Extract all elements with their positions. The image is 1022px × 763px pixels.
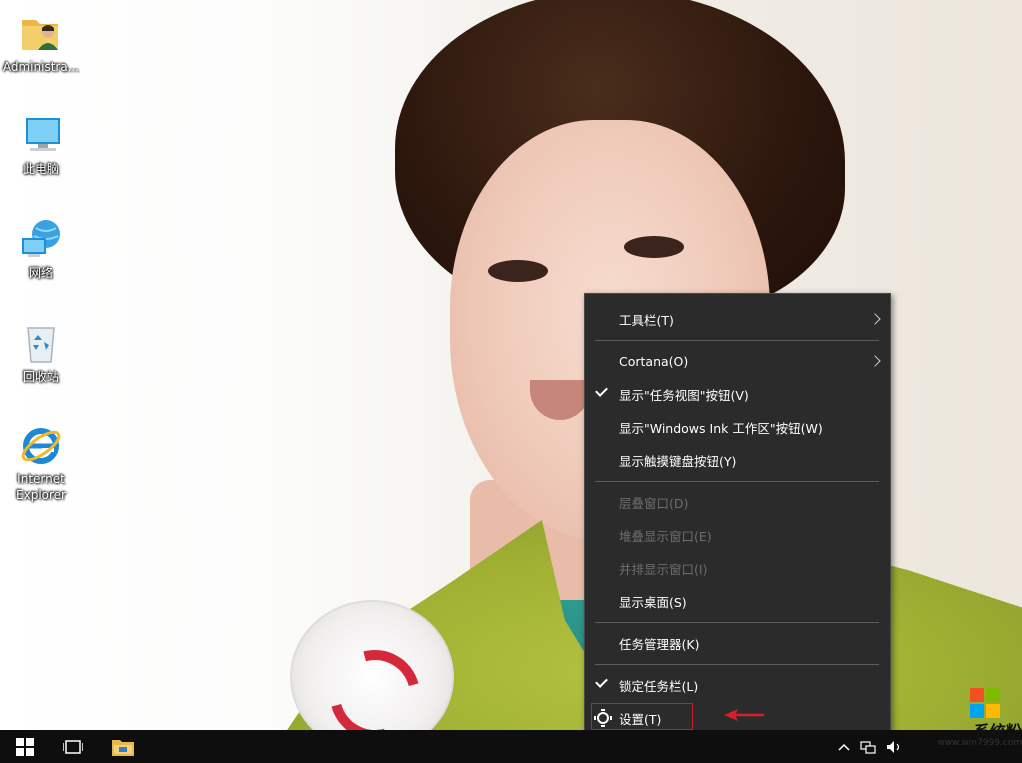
chevron-right-icon [869,355,881,367]
taskbar [0,730,1022,763]
watermark-logo: 系统粉 www.win7999.com [937,688,1022,763]
desktop-icon-recycle-bin[interactable]: 回收站 [2,320,80,385]
watermark-url: www.win7999.com [937,738,1022,748]
menu-item-cascade-windows: 层叠窗口(D) [585,487,890,517]
desktop-icon-label: Internet Explorer [16,472,66,502]
menu-item-label: 锁定任务栏(L) [619,678,699,694]
annotation-arrow-icon [724,709,764,721]
network-globe-icon [18,216,64,262]
system-tray [838,730,902,763]
menu-item-show-task-view[interactable]: 显示"任务视图"按钮(V) [585,379,890,409]
taskbar-context-menu: 工具栏(T) Cortana(O) 显示"任务视图"按钮(V) 显示"Windo… [584,293,891,744]
computer-icon [18,112,64,158]
checkmark-icon [595,384,608,397]
desktop-icon-administrator[interactable]: Administra... [2,10,80,75]
menu-separator [595,340,879,341]
menu-item-label: 堆叠显示窗口(E) [619,528,712,544]
menu-separator [595,622,879,623]
network-icon[interactable] [860,740,876,754]
desktop-icon-this-pc[interactable]: 此电脑 [2,112,80,177]
desktop-icon-internet-explorer[interactable]: Internet Explorer [2,422,80,503]
task-view-icon [63,739,83,754]
menu-item-toolbars[interactable]: 工具栏(T) [585,304,890,334]
menu-item-show-desktop[interactable]: 显示桌面(S) [585,586,890,616]
menu-item-label: Cortana(O) [619,353,689,369]
menu-item-label: 工具栏(T) [619,312,674,328]
menu-item-label: 显示"任务视图"按钮(V) [619,387,749,403]
menu-item-label: 显示"Windows Ink 工作区"按钮(W) [619,420,823,436]
menu-separator [595,664,879,665]
menu-item-label: 层叠窗口(D) [619,495,689,511]
recycle-bin-icon [18,320,64,366]
desktop-icon-network[interactable]: 网络 [2,216,80,281]
menu-item-label: 显示触摸键盘按钮(Y) [619,453,737,469]
menu-separator [595,481,879,482]
start-button[interactable] [2,730,48,763]
menu-item-label: 并排显示窗口(I) [619,561,708,577]
user-folder-icon [18,10,64,56]
menu-item-show-windows-ink[interactable]: 显示"Windows Ink 工作区"按钮(W) [585,412,890,442]
menu-item-show-touch-keyboard[interactable]: 显示触摸键盘按钮(Y) [585,445,890,475]
internet-explorer-icon [18,422,64,468]
chevron-right-icon [869,313,881,325]
annotation-highlight-box [591,703,693,730]
windows-logo-icon [970,688,1000,718]
file-explorer-icon [112,739,134,756]
checkmark-icon [595,675,608,688]
desktop-icon-label: Administra... [2,60,80,74]
windows-logo-icon [16,737,34,756]
menu-item-task-manager[interactable]: 任务管理器(K) [585,628,890,658]
menu-item-label: 显示桌面(S) [619,594,687,610]
desktop-icon-label: 此电脑 [22,162,59,176]
wallpaper-eye [624,236,684,258]
volume-icon[interactable] [886,740,902,754]
menu-item-cortana[interactable]: Cortana(O) [585,346,890,376]
desktop-icon-label: 回收站 [22,370,59,384]
task-view-button[interactable] [50,730,96,763]
desktop-icon-label: 网络 [28,266,53,280]
chevron-up-icon[interactable] [838,742,850,752]
menu-item-lock-taskbar[interactable]: 锁定任务栏(L) [585,670,890,700]
wallpaper-eye [488,260,548,282]
file-explorer-button[interactable] [100,730,146,763]
menu-item-stack-windows: 堆叠显示窗口(E) [585,520,890,550]
menu-item-label: 任务管理器(K) [619,636,700,652]
menu-item-side-by-side: 并排显示窗口(I) [585,553,890,583]
